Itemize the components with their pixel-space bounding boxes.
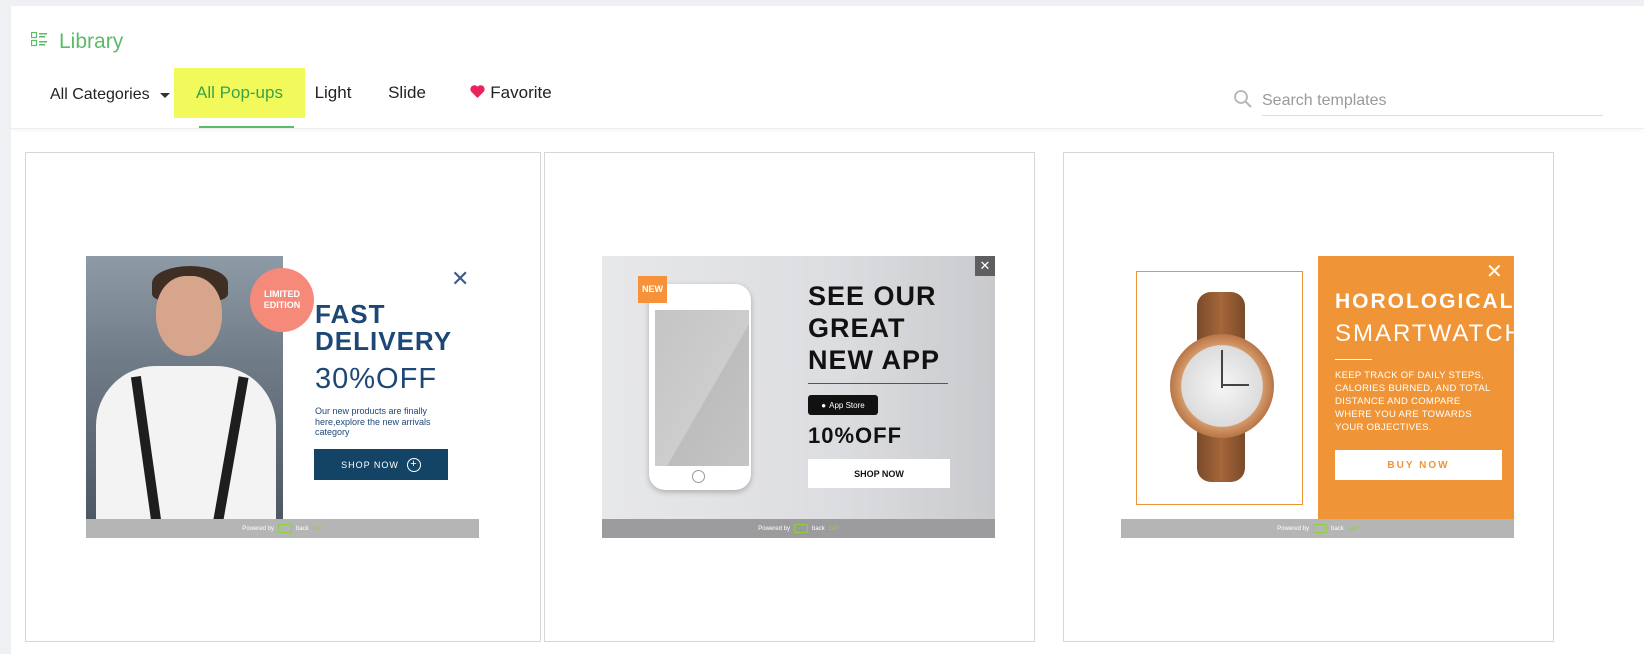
library-header: Library All Categories All Pop-ups Light… xyxy=(11,6,1644,129)
search-input[interactable] xyxy=(1262,86,1603,116)
caret-down-icon xyxy=(159,92,170,98)
template-preview: LIMITED EDITION ✕ FAST DELIVERY 30%OFF O… xyxy=(86,256,479,538)
tab-light[interactable]: Light xyxy=(305,68,361,118)
close-icon: ✕ xyxy=(451,266,470,291)
search-icon xyxy=(1233,89,1253,114)
tab-label: Slide xyxy=(388,83,426,102)
popup-buy-button: BUY NOW xyxy=(1335,450,1502,480)
template-preview: ✕ NEW SEE OUR GREAT NEW APP ● App Store … xyxy=(602,256,995,538)
divider xyxy=(808,383,948,384)
cart-logo-icon xyxy=(793,524,808,533)
cart-logo-icon xyxy=(277,524,292,533)
popup-headline: FAST DELIVERY xyxy=(315,299,453,356)
tab-label: Favorite xyxy=(490,83,552,102)
active-tab-indicator xyxy=(199,126,294,128)
new-badge: NEW xyxy=(638,276,667,303)
powered-by-bar: Powered by back cart xyxy=(86,519,479,538)
popup-button-label: SHOP NOW xyxy=(341,459,399,470)
powered-by-text: Powered by xyxy=(758,525,790,532)
watch-photo xyxy=(1136,271,1303,505)
popup-body: Our new products are finally here,explor… xyxy=(315,406,431,437)
brand-text: back xyxy=(1330,525,1344,532)
close-icon: ✕ xyxy=(975,256,995,276)
brand-text-accent: cart xyxy=(312,525,323,532)
page-title: Library xyxy=(59,30,124,53)
close-icon: ✕ xyxy=(1486,261,1503,283)
library-panel: Library All Categories All Pop-ups Light… xyxy=(11,6,1644,654)
brand-text: back xyxy=(811,525,825,532)
categories-label: All Categories xyxy=(50,86,150,103)
tab-label: Light xyxy=(314,83,352,102)
powered-by-text: Powered by xyxy=(1277,525,1309,532)
powered-by-bar: Powered by back cart xyxy=(1121,519,1514,538)
list-view-icon xyxy=(30,31,47,52)
apple-icon: ● xyxy=(821,400,827,410)
tab-slide[interactable]: Slide xyxy=(379,68,435,118)
popup-shop-button: SHOP NOW + xyxy=(314,449,448,480)
template-preview: ✕ HOROLOGICAL SMARTWATCH KEEP TRACK OF D… xyxy=(1121,256,1514,538)
popup-subheadline: SMARTWATCH xyxy=(1335,320,1514,347)
popup-offer: 30%OFF xyxy=(315,363,438,395)
popup-headline: HOROLOGICAL xyxy=(1335,290,1514,313)
brand-text-accent: cart xyxy=(828,525,839,532)
brand-text: back xyxy=(295,525,309,532)
cart-logo-icon xyxy=(1312,524,1327,533)
all-categories-dropdown[interactable]: All Categories xyxy=(50,86,170,104)
limited-edition-badge: LIMITED EDITION xyxy=(250,268,314,332)
powered-by-bar: Powered by back cart xyxy=(602,519,995,538)
brand-text-accent: cart xyxy=(1347,525,1358,532)
popup-offer: 10%OFF xyxy=(808,423,903,448)
heart-icon xyxy=(470,83,485,103)
app-store-badge: ● App Store xyxy=(808,395,878,415)
library-title: Library xyxy=(30,30,124,54)
template-card-smartwatch[interactable]: ✕ HOROLOGICAL SMARTWATCH KEEP TRACK OF D… xyxy=(1063,152,1554,642)
template-card-new-app[interactable]: ✕ NEW SEE OUR GREAT NEW APP ● App Store … xyxy=(544,152,1035,642)
divider xyxy=(1335,359,1372,360)
tab-favorite[interactable]: Favorite xyxy=(461,68,561,118)
search-box xyxy=(1233,86,1608,116)
template-card-fast-delivery[interactable]: LIMITED EDITION ✕ FAST DELIVERY 30%OFF O… xyxy=(25,152,541,642)
tab-label: All Pop-ups xyxy=(196,83,283,102)
popup-headline: SEE OUR GREAT NEW APP xyxy=(808,281,941,375)
powered-by-text: Powered by xyxy=(242,525,274,532)
popup-shop-button: SHOP NOW xyxy=(808,459,950,488)
app-store-label: App Store xyxy=(829,400,865,410)
phone-illustration xyxy=(649,284,751,490)
tab-all-popups[interactable]: All Pop-ups xyxy=(174,68,305,118)
plus-circle-icon: + xyxy=(406,457,421,472)
popup-body: KEEP TRACK OF DAILY STEPS, CALORIES BURN… xyxy=(1335,370,1491,433)
